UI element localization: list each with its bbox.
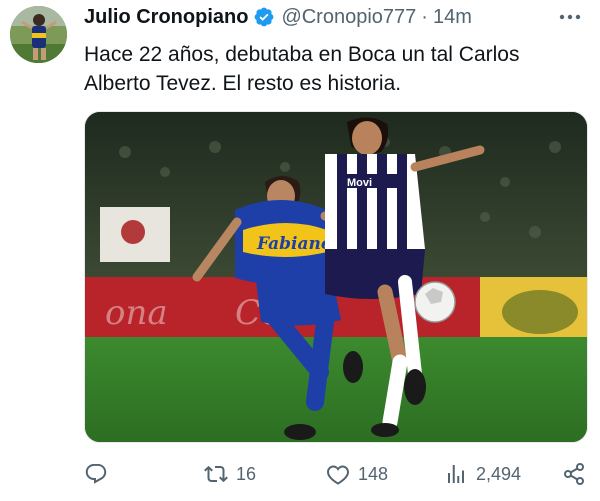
action-bar: 16 148 2,494 [84, 458, 590, 490]
like-count: 148 [358, 463, 389, 484]
heart-icon [327, 465, 349, 485]
like-button[interactable]: 148 [326, 458, 388, 490]
views-button[interactable]: 2,494 [444, 458, 521, 490]
tweet-text-line: Hace 22 años, debutaba en Boca un tal Ca… [84, 43, 520, 66]
views-count: 2,494 [476, 463, 522, 484]
avatar-image [10, 6, 67, 63]
football-match-photo: ona Cola Fabiano [85, 112, 587, 442]
retweet-icon [204, 465, 228, 483]
separator-dot: · [421, 5, 428, 28]
reply-button[interactable] [84, 458, 116, 490]
more-options-icon[interactable] [556, 4, 584, 30]
jersey-sponsor-text: Fabiano [256, 234, 332, 254]
tweet-photo[interactable]: ona Cola Fabiano [84, 111, 588, 443]
verified-badge-icon[interactable] [253, 6, 275, 28]
retweet-button[interactable]: 16 [204, 458, 256, 490]
share-button[interactable] [562, 458, 586, 490]
tweet-card[interactable]: Julio Cronopiano @Cronopio777 · 14m Hace… [0, 0, 600, 501]
timestamp[interactable]: 14m [433, 6, 472, 29]
share-icon [564, 463, 584, 485]
opponent-sponsor-text: Movi [347, 177, 372, 189]
svg-text:ona: ona [105, 293, 168, 333]
tweet-text-line: Alberto Tevez. El resto es historia. [84, 72, 402, 95]
views-icon [448, 465, 464, 483]
avatar[interactable] [10, 6, 67, 63]
retweet-count: 16 [236, 463, 257, 484]
tweet-text: Hace 22 años, debutaba en Boca un tal Ca… [84, 40, 584, 98]
reply-icon [85, 464, 107, 484]
display-name[interactable]: Julio Cronopiano [84, 6, 248, 29]
handle[interactable]: @Cronopio777 [281, 6, 416, 29]
tweet-header: Julio Cronopiano @Cronopio777 · 14m [84, 4, 584, 30]
